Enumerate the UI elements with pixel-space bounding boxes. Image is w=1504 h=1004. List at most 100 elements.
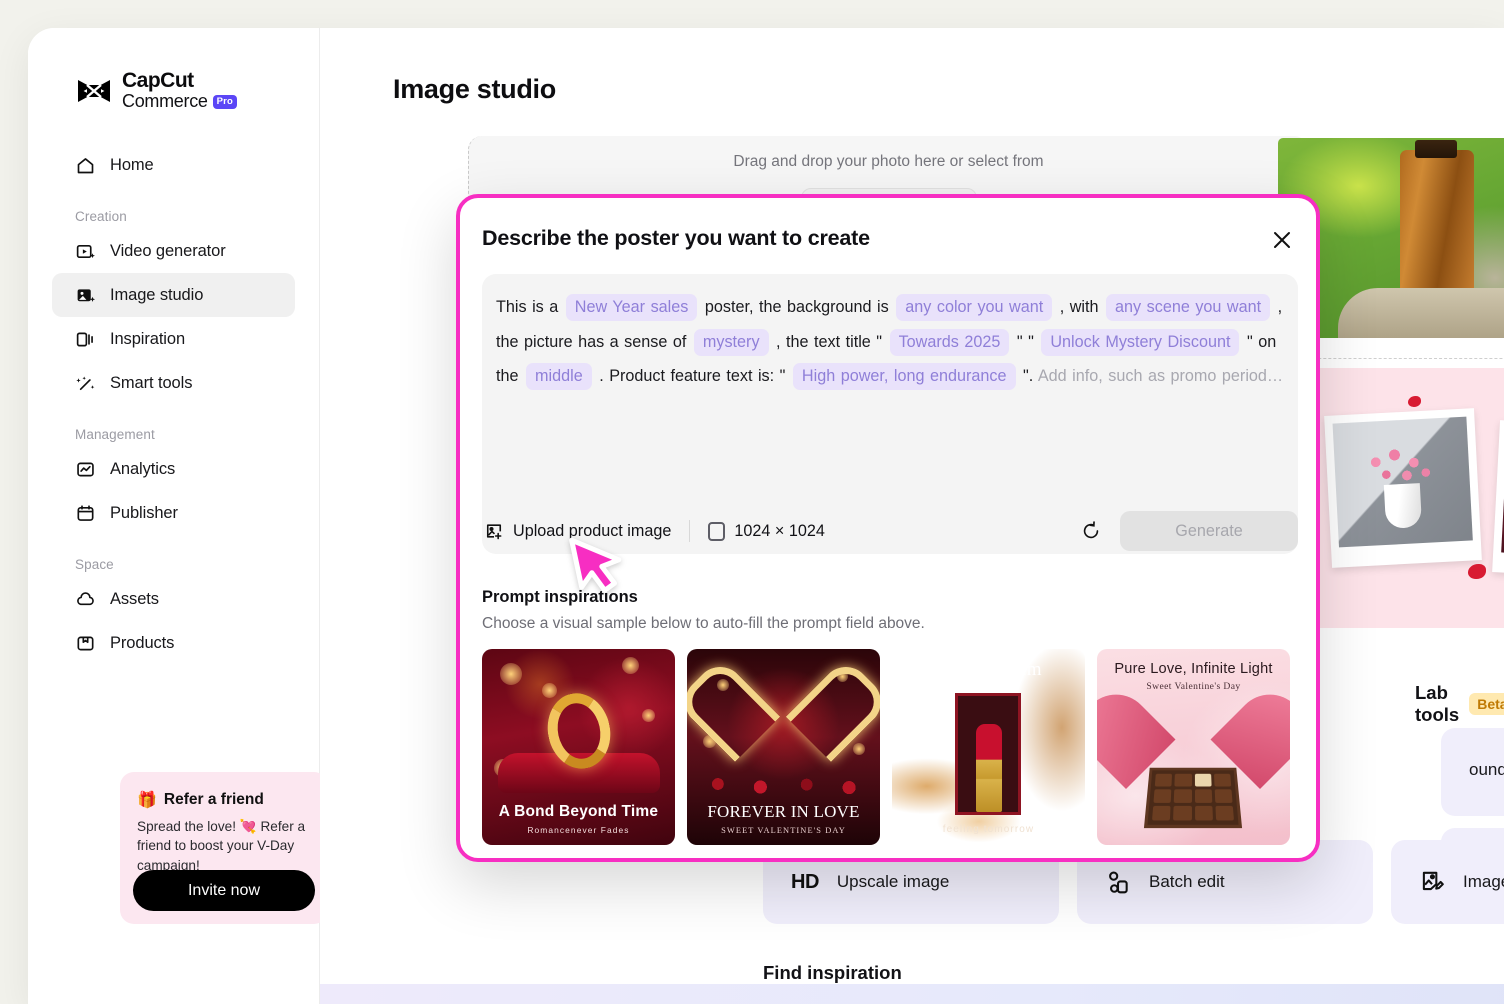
- prompt-chip[interactable]: New Year sales: [565, 294, 698, 321]
- refer-card-description: Spread the love! 💘 Refer a friend to boo…: [137, 819, 306, 873]
- sidebar-item-image-studio[interactable]: Image studio: [52, 273, 295, 318]
- inspiration-card-ring[interactable]: A Bond Beyond Time Romancenever Fades: [482, 649, 675, 845]
- prompt-static-text: . Product feature text is: ": [599, 367, 786, 385]
- invite-now-button[interactable]: Invite now: [133, 870, 315, 911]
- image-studio-icon: [77, 289, 96, 302]
- sidebar-item-smart-tools[interactable]: Smart tools: [52, 361, 295, 405]
- vase-shape: [1383, 483, 1423, 529]
- inspiration-card-chocolate[interactable]: Pure Love, Infinite Light Sweet Valentin…: [1097, 649, 1290, 845]
- polaroid-dark: [1492, 420, 1504, 580]
- sidebar-item-label: Home: [110, 155, 154, 174]
- prompt-static-text: , with: [1059, 298, 1099, 316]
- image-size-button[interactable]: 1024 × 1024: [708, 521, 825, 541]
- roses-row-shape: [687, 769, 880, 799]
- sidebar-item-analytics[interactable]: Analytics: [52, 447, 295, 491]
- lipstick-box-shape: [955, 693, 1021, 815]
- video-generator-icon: [76, 244, 95, 258]
- inspiration-card-lipstick[interactable]: Today's Calm feeling tomorrow: [892, 649, 1085, 845]
- prompt-static-text: " ": [1016, 332, 1034, 351]
- prompt-chip[interactable]: High power, long endurance: [792, 363, 1016, 390]
- rock-shape: [1338, 288, 1504, 338]
- image-editor-icon: [1422, 871, 1444, 891]
- gold-heart-shape: [733, 677, 833, 769]
- sidebar-section-space: Space: [75, 557, 114, 573]
- gift-icon: 🎁: [137, 792, 157, 809]
- describe-poster-dialog: Describe the poster you want to create T…: [456, 194, 1320, 862]
- prompt-chip[interactable]: Towards 2025: [889, 328, 1010, 356]
- polaroid-roses: [1324, 408, 1482, 568]
- upload-button-label: Upload product image: [513, 521, 672, 540]
- inspiration-card-heart[interactable]: FOREVER IN LOVE SWEET VALENTINE'S DAY: [687, 649, 880, 845]
- prompt-chip[interactable]: mystery: [693, 328, 769, 356]
- upload-product-image-button[interactable]: Upload product image: [482, 521, 671, 541]
- inspiration-icon: [76, 332, 93, 347]
- sidebar-item-inspiration[interactable]: Inspiration: [52, 317, 295, 361]
- sidebar: CapCut Commerce Pro Home Creation Video …: [28, 28, 328, 1004]
- inspiration-caption: A Bond Beyond Time Romancenever Fades: [482, 803, 675, 835]
- prompt-inspirations-subtitle: Choose a visual sample below to auto-fil…: [482, 615, 925, 632]
- brand-name-primary: CapCut: [122, 69, 194, 92]
- sidebar-item-label: Products: [110, 633, 175, 652]
- inspiration-subtitle: Romancenever Fades: [527, 825, 630, 835]
- sidebar-item-label: Assets: [110, 589, 159, 608]
- sidebar-item-home[interactable]: Home: [52, 143, 295, 187]
- beta-badge: Beta: [1469, 693, 1504, 715]
- prompt-chip[interactable]: middle: [526, 363, 592, 390]
- petal-shape: [1408, 396, 1421, 407]
- inspiration-subtitle: feeling tomorrow: [942, 824, 1035, 835]
- tool-tile-label: ound: [1469, 760, 1504, 779]
- bottom-gradient-band: [320, 984, 1504, 1004]
- sidebar-item-label: Video generator: [110, 241, 226, 260]
- inspiration-title: Today's Calm: [935, 659, 1042, 680]
- prompt-chip[interactable]: any color you want: [896, 294, 1053, 321]
- brand-name-secondary: Commerce: [122, 91, 208, 112]
- sidebar-item-label: Image studio: [110, 285, 204, 304]
- sidebar-item-assets[interactable]: Assets: [52, 577, 295, 621]
- petal-shape: [1468, 564, 1486, 579]
- generate-button[interactable]: Generate: [1120, 511, 1298, 551]
- analytics-icon: [77, 462, 94, 477]
- refer-card-title: Refer a friend: [163, 791, 264, 808]
- inspiration-caption: feeling tomorrow: [892, 820, 1085, 835]
- sidebar-item-label: Inspiration: [110, 329, 186, 348]
- inspiration-title: FOREVER IN LOVE: [707, 802, 860, 821]
- bokeh-shape: [542, 683, 557, 698]
- prompt-chip[interactable]: Unlock Mystery Discount: [1041, 328, 1240, 356]
- prompt-static-text: This is a: [496, 298, 559, 316]
- sidebar-item-label: Publisher: [110, 503, 178, 522]
- sidebar-item-video-generator[interactable]: Video generator: [52, 229, 295, 273]
- bokeh-shape: [622, 657, 639, 674]
- prompt-chip[interactable]: any scene you want: [1106, 294, 1271, 321]
- aspect-ratio-icon: [708, 521, 726, 541]
- prompt-static-text: ".: [1023, 367, 1034, 385]
- calendar-icon: [77, 505, 94, 521]
- prompt-toolbar: Upload product image 1024 × 1024 Generat…: [482, 508, 1298, 554]
- capcut-logo-icon: [78, 79, 110, 102]
- prompt-static-text: , the text title ": [776, 332, 883, 351]
- chocolate-box-shape: [1143, 767, 1243, 829]
- tool-tile-background[interactable]: ound: [1441, 728, 1504, 816]
- box-icon: [77, 636, 94, 651]
- app-window: CapCut Commerce Pro Home Creation Video …: [28, 28, 1504, 1004]
- magic-wand-icon: [76, 376, 95, 390]
- hd-icon: HD: [791, 870, 819, 893]
- sparkle-shape: [853, 743, 865, 755]
- prompt-text: This is a New Year sales poster, the bac…: [496, 290, 1284, 394]
- bokeh-shape: [500, 663, 522, 685]
- lab-tools-header: Lab tools Beta: [1415, 682, 1504, 726]
- page-title: Image studio: [393, 74, 556, 104]
- bottle-cap-shape: [1415, 140, 1457, 158]
- refer-a-friend-card: 🎁 Refer a friend Spread the love! 💘 Refe…: [120, 772, 328, 924]
- tool-tile-label: Upscale image: [836, 872, 950, 891]
- inspiration-subtitle: SWEET VALENTINE'S DAY: [721, 826, 846, 835]
- tool-tile-image-editor[interactable]: Image editor: [1391, 840, 1504, 924]
- sidebar-item-publisher[interactable]: Publisher: [52, 491, 295, 535]
- sidebar-item-label: Analytics: [110, 459, 176, 478]
- tool-tile-label: Batch edit: [1149, 872, 1225, 891]
- inspiration-title-top: Today's Calm: [892, 659, 1085, 681]
- sidebar-section-creation: Creation: [75, 209, 127, 225]
- close-icon[interactable]: [1266, 224, 1298, 256]
- sidebar-item-products[interactable]: Products: [52, 621, 295, 665]
- app-logo[interactable]: CapCut Commerce Pro: [28, 28, 319, 111]
- reset-icon[interactable]: [1076, 516, 1106, 546]
